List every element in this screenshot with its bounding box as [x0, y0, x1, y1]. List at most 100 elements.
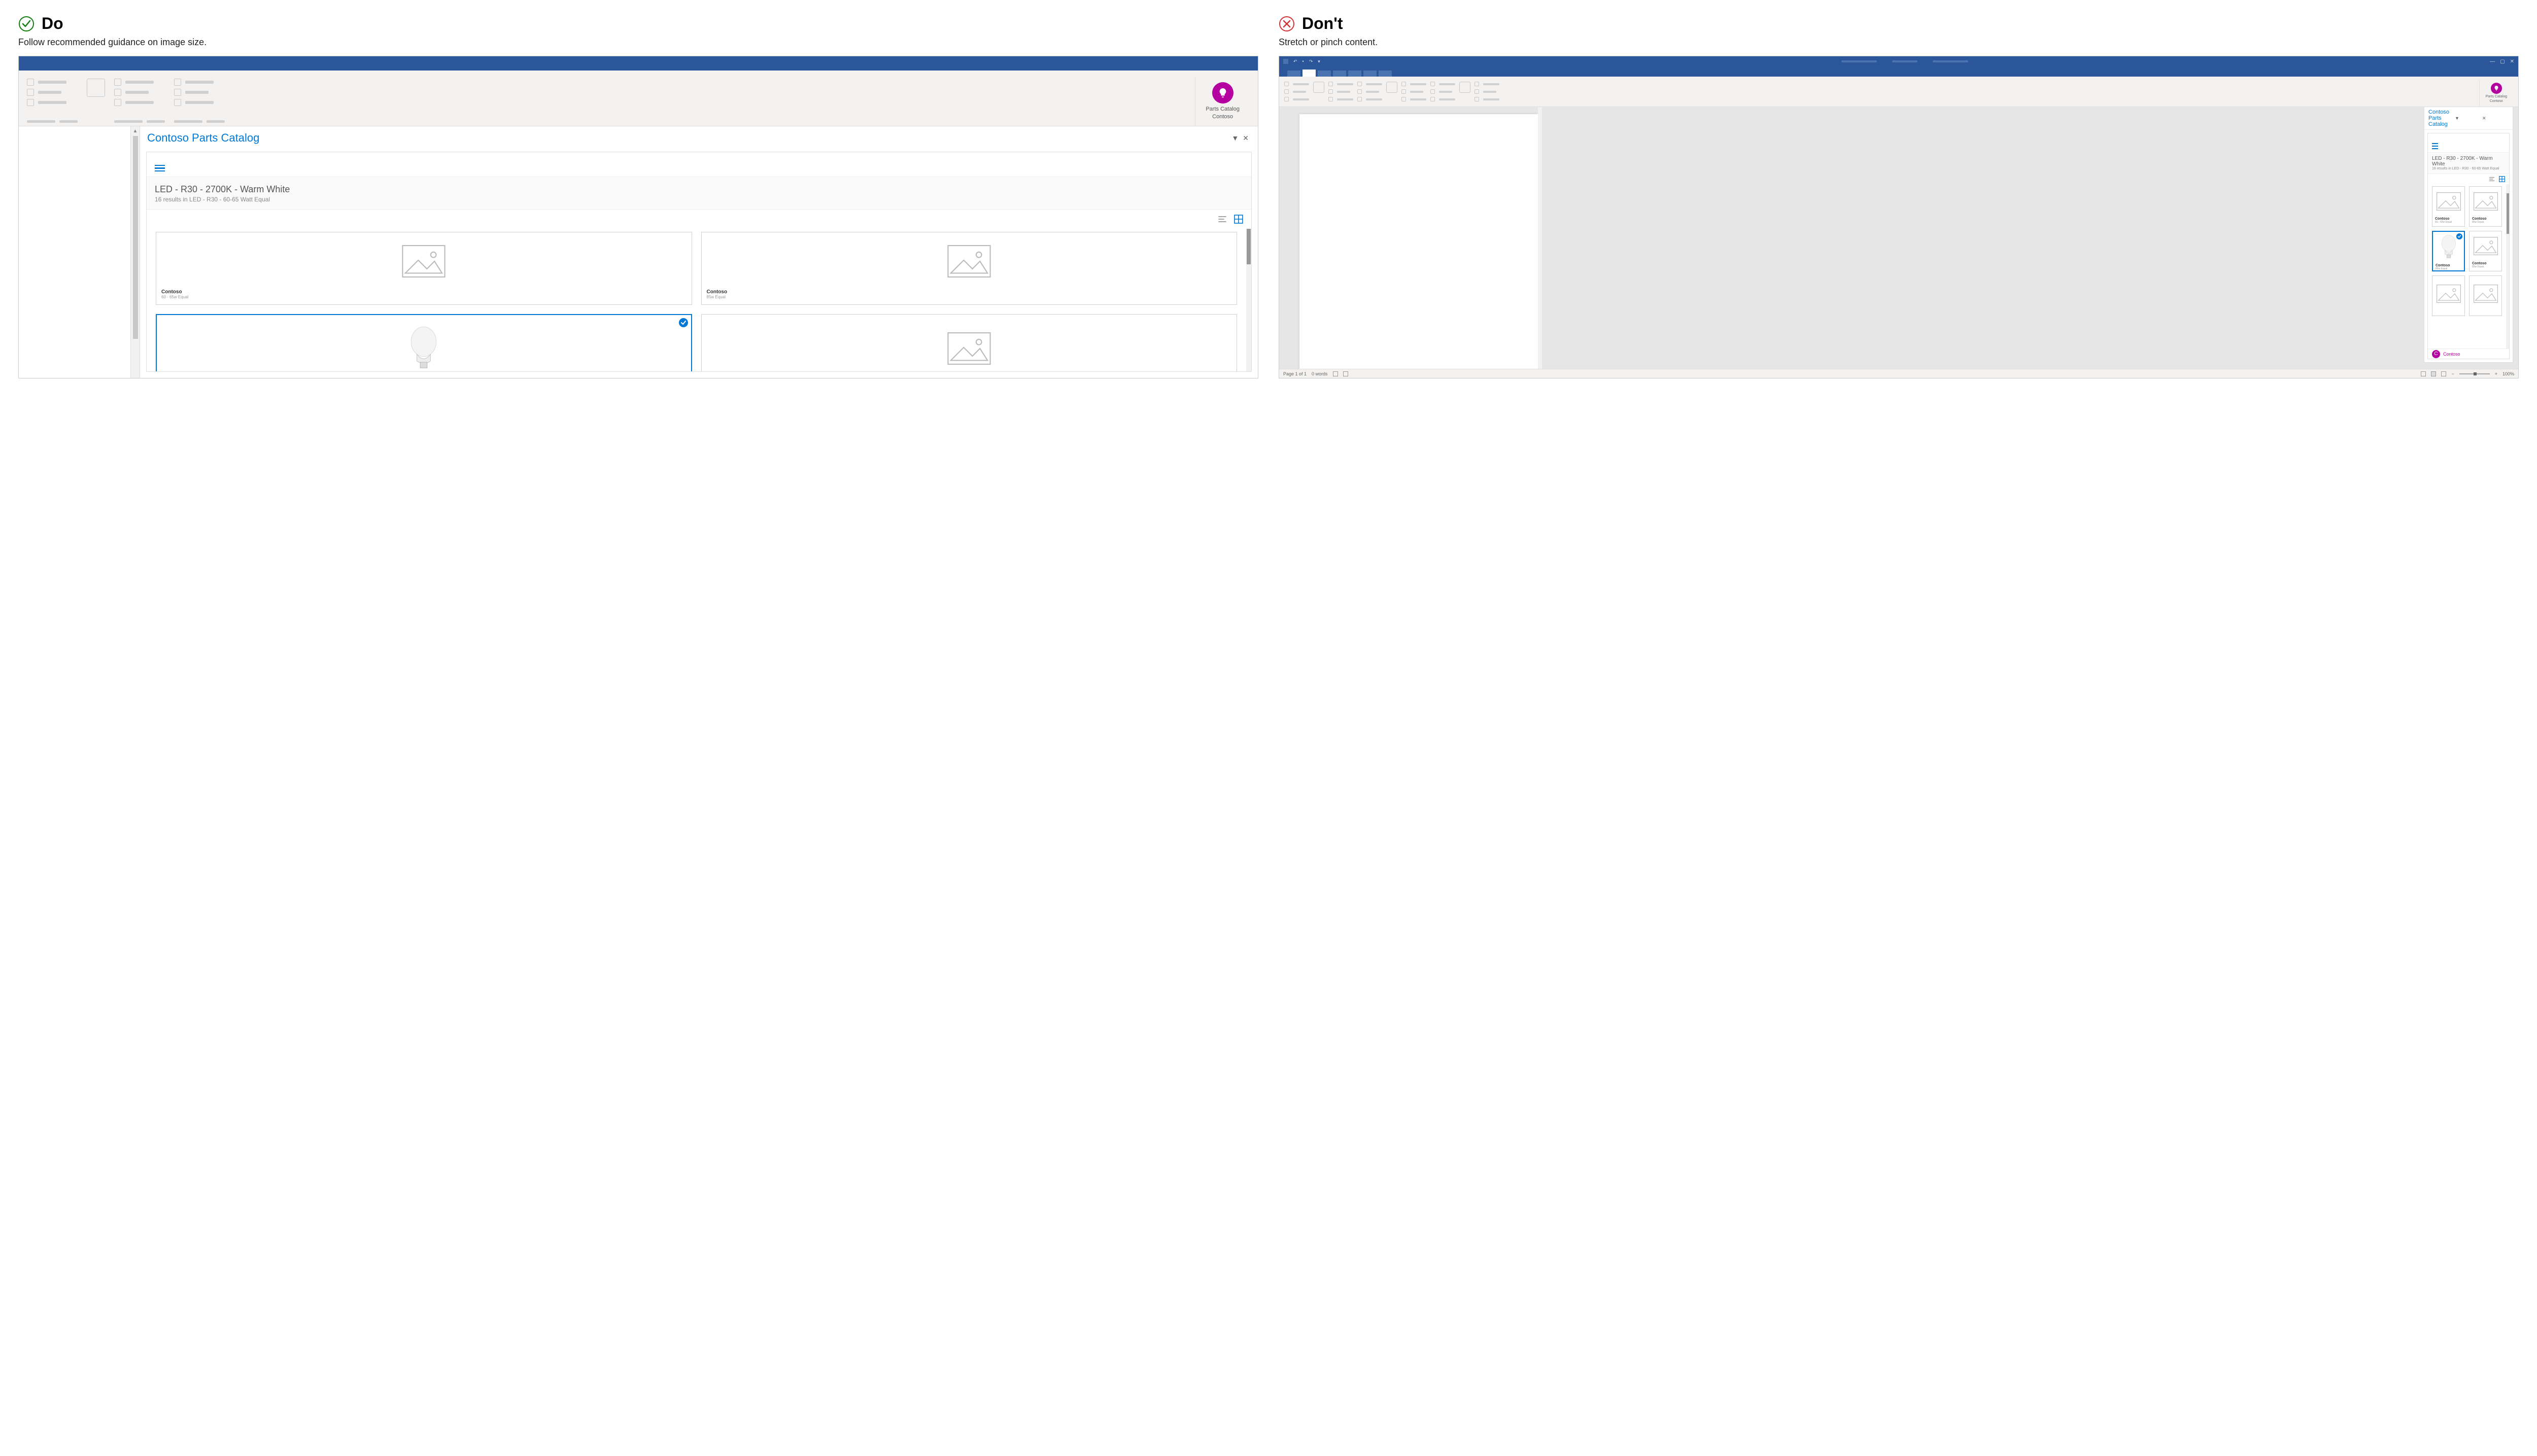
- card-brand: Contoso: [2435, 217, 2462, 221]
- query-title: LED - R30 - 2700K - Warm White: [2432, 156, 2505, 167]
- titlebar: ↶ • ↷ ▾ — ▢ ✕: [1279, 56, 2518, 66]
- minimize-icon[interactable]: —: [2490, 59, 2495, 64]
- status-icon[interactable]: [1333, 371, 1338, 376]
- dont-column: Don't Stretch or pinch content. ↶ • ↷ ▾ …: [1279, 14, 2519, 378]
- result-card-selected[interactable]: Contoso 85w Equal: [2432, 231, 2465, 271]
- titlebar: [19, 56, 1258, 71]
- do-subheading: Follow recommended guidance on image siz…: [18, 37, 1258, 48]
- brand-badge-icon: C: [2432, 350, 2440, 358]
- card-brand: Contoso: [2472, 262, 2499, 265]
- view-mode-icon[interactable]: [2431, 371, 2436, 376]
- image-placeholder-icon: [707, 237, 1232, 285]
- hamburger-icon[interactable]: [155, 165, 165, 172]
- view-mode-icon[interactable]: [2421, 371, 2426, 376]
- lightbulb-icon: [2493, 85, 2499, 91]
- dont-app-window: ↶ • ↷ ▾ — ▢ ✕: [1279, 56, 2519, 378]
- do-column: Do Follow recommended guidance on image …: [18, 14, 1258, 378]
- document-page: [19, 126, 130, 378]
- footer-brand: Contoso: [2443, 352, 2460, 357]
- image-placeholder-icon: [707, 320, 1232, 371]
- zoom-slider[interactable]: [2459, 373, 2490, 374]
- close-icon[interactable]: ✕: [2510, 59, 2514, 64]
- card-meta: 60 - 65w Equal: [2435, 221, 2462, 224]
- check-circle-icon: [18, 16, 35, 32]
- result-card[interactable]: [2432, 275, 2465, 316]
- maximize-icon[interactable]: ▢: [2500, 59, 2505, 64]
- result-card[interactable]: [2469, 275, 2502, 316]
- taskpane-title: Contoso Parts Catalog: [147, 131, 1229, 145]
- hamburger-icon[interactable]: [2432, 143, 2438, 149]
- document-scrollbar[interactable]: ▲: [130, 126, 140, 378]
- zoom-in-icon[interactable]: +: [2495, 371, 2497, 376]
- app-icon: [1283, 59, 1288, 64]
- ribbon: Parts Catalog Contoso: [19, 71, 1258, 126]
- image-placeholder-icon: [2435, 279, 2462, 309]
- image-placeholder-icon: [161, 237, 687, 285]
- taskpane-menu-icon[interactable]: ▼: [1229, 134, 1241, 142]
- selected-check-icon: [2456, 233, 2462, 239]
- cross-circle-icon: [1279, 16, 1295, 32]
- result-card-selected[interactable]: [156, 314, 692, 371]
- taskpane-title: Contoso Parts Catalog: [2428, 109, 2454, 127]
- undo-icon[interactable]: ↶: [1293, 59, 1297, 64]
- do-app-window: Parts Catalog Contoso ▲ Contoso Parts Ca…: [18, 56, 1258, 378]
- query-title: LED - R30 - 2700K - Warm White: [155, 184, 1243, 195]
- taskpane-close-icon[interactable]: ✕: [2481, 116, 2509, 121]
- list-view-icon[interactable]: [2489, 176, 2495, 182]
- result-card[interactable]: Contoso 60 - 65w Equal: [2432, 186, 2465, 227]
- ribbon-addin-label-2: Contoso: [1212, 113, 1233, 120]
- status-icon[interactable]: [1343, 371, 1348, 376]
- ribbon-addin-button[interactable]: Parts Catalog Contoso: [1195, 77, 1250, 126]
- ribbon-addin-label-1: Parts Catalog: [2486, 95, 2507, 99]
- view-mode-icon[interactable]: [2441, 371, 2446, 376]
- result-card[interactable]: Contoso 85w Equal: [2469, 231, 2502, 271]
- card-brand: Contoso: [2472, 217, 2499, 221]
- card-meta: 85w Equal: [707, 295, 1232, 299]
- ribbon-addin-label-1: Parts Catalog: [1206, 106, 1240, 113]
- results-grid: Contoso 60 - 65w Equal Contoso 85w Equal: [147, 229, 1246, 371]
- document-scrollbar[interactable]: [1538, 107, 1542, 378]
- result-card[interactable]: Contoso 60 - 65w Equal: [156, 232, 692, 305]
- grid-view-icon[interactable]: [1234, 215, 1243, 224]
- card-brand: Contoso: [161, 289, 687, 295]
- card-meta: 85w Equal: [2436, 267, 2461, 270]
- card-meta: 85w Equal: [2472, 221, 2499, 224]
- list-view-icon[interactable]: [1218, 215, 1227, 224]
- card-meta: 60 - 65w Equal: [161, 295, 687, 299]
- result-card[interactable]: [701, 314, 1238, 371]
- taskpane: Contoso Parts Catalog ▼ ✕ LED - R30 - 27…: [2424, 107, 2513, 363]
- pane-scrollbar[interactable]: [2506, 184, 2509, 349]
- image-placeholder-icon: [2472, 234, 2499, 258]
- card-meta: 85w Equal: [2472, 265, 2499, 268]
- taskpane-menu-icon[interactable]: ▼: [2454, 116, 2481, 121]
- dont-heading: Don't: [1302, 14, 1343, 33]
- query-subtitle: 16 results in LED - R30 - 60-65 Watt Equ…: [155, 196, 1243, 203]
- redo-icon[interactable]: ↷: [1309, 59, 1313, 64]
- ribbon-addin-button[interactable]: Parts Catalog Contoso: [2479, 80, 2513, 107]
- result-card[interactable]: Contoso 85w Equal: [701, 232, 1238, 305]
- status-page: Page 1 of 1: [1283, 371, 1307, 376]
- card-brand: Contoso: [707, 289, 1232, 295]
- taskpane: Contoso Parts Catalog ▼ ✕ LED - R30 - 27…: [140, 126, 1258, 378]
- pane-scrollbar[interactable]: [1246, 229, 1251, 371]
- result-card[interactable]: Contoso 85w Equal: [2469, 186, 2502, 227]
- status-words: 0 words: [1312, 371, 1328, 376]
- ribbon-addin-label-2: Contoso: [2490, 99, 2503, 103]
- lightbulb-icon: [1217, 87, 1228, 98]
- grid-view-icon[interactable]: [2499, 176, 2505, 182]
- bulb-image: [162, 320, 686, 371]
- taskpane-close-icon[interactable]: ✕: [1241, 134, 1251, 143]
- status-bar: Page 1 of 1 0 words − + 100%: [1279, 369, 2518, 378]
- image-placeholder-icon: [2472, 279, 2499, 309]
- zoom-level: 100%: [2502, 371, 2514, 376]
- zoom-out-icon[interactable]: −: [2451, 371, 2454, 376]
- document-page: [1299, 114, 1538, 371]
- results-grid: Contoso 60 - 65w Equal Contoso 85w Equal…: [2428, 184, 2506, 349]
- image-placeholder-icon: [2435, 189, 2462, 213]
- ribbon: Parts Catalog Contoso: [1279, 77, 2518, 107]
- dont-subheading: Stretch or pinch content.: [1279, 37, 2519, 48]
- selected-check-icon: [679, 318, 688, 327]
- ribbon-tabs[interactable]: [1279, 66, 2518, 77]
- do-heading: Do: [42, 14, 63, 33]
- image-placeholder-icon: [2472, 189, 2499, 213]
